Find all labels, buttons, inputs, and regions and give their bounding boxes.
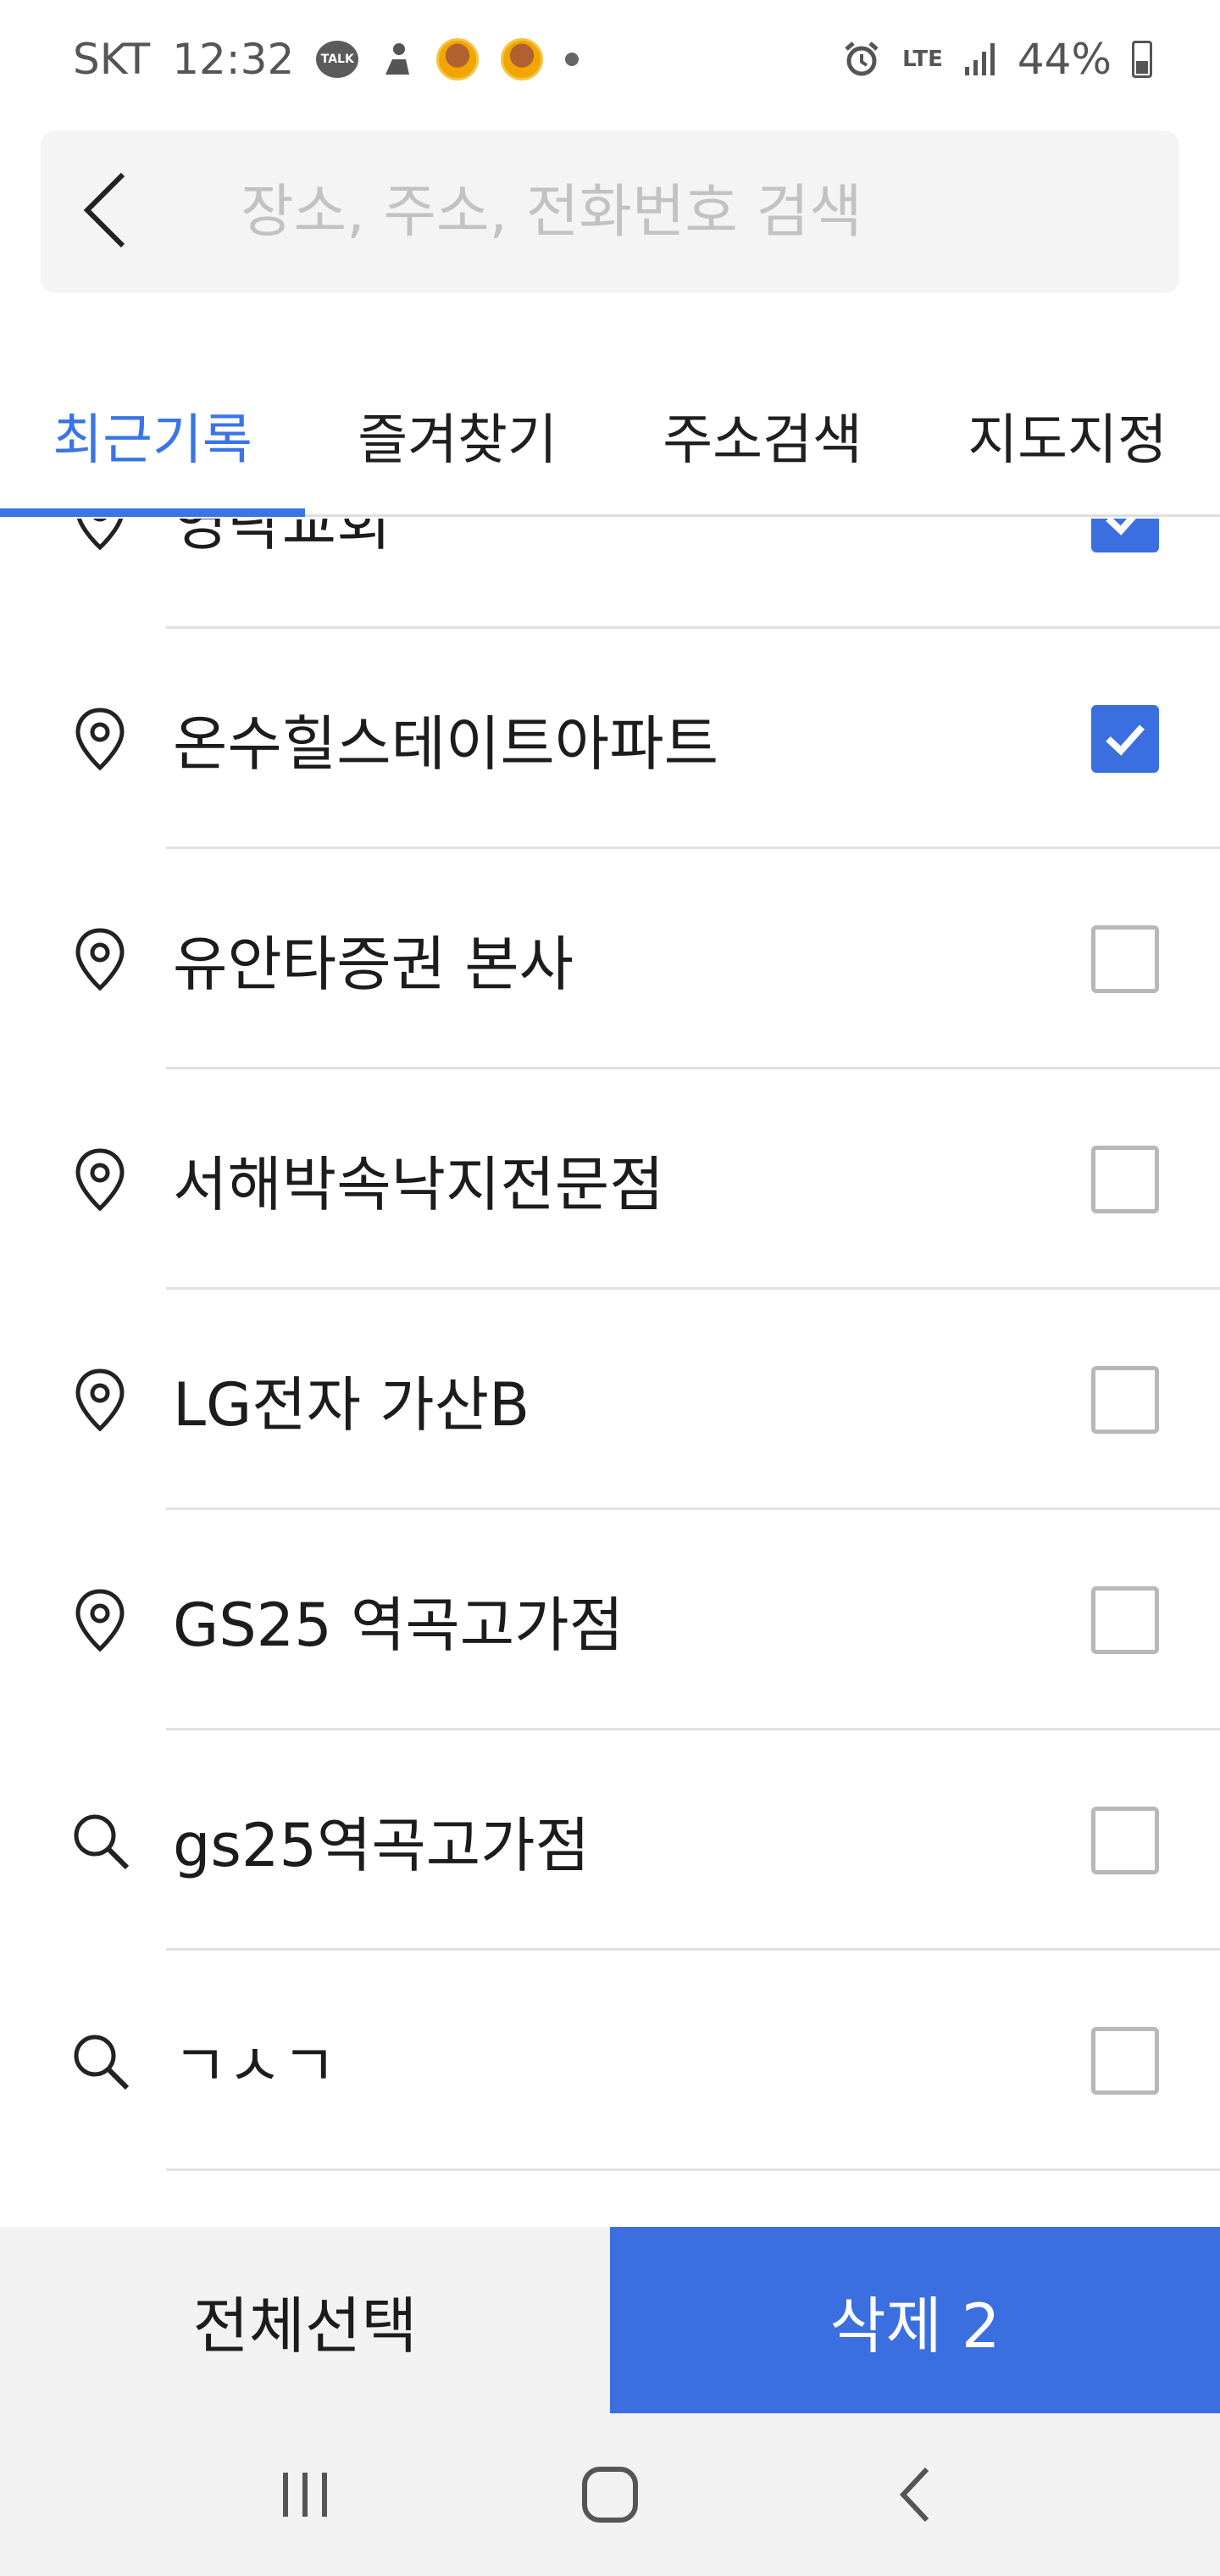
bottom-action-bar: 전체선택 삭제 2 — [0, 2227, 1220, 2413]
item-checkbox[interactable] — [1091, 519, 1159, 552]
tab-favorites[interactable]: 즐겨찾기 — [305, 356, 610, 514]
notification-app-icon — [380, 41, 414, 78]
recent-apps-icon — [283, 2473, 327, 2517]
carrier-label: SKT — [73, 35, 151, 84]
list-item[interactable]: LG전자 가산B — [0, 1290, 1220, 1510]
divider — [166, 2168, 1220, 2171]
navigation-bar — [0, 2413, 1220, 2576]
home-icon — [582, 2467, 638, 2523]
list-item[interactable]: 서해박속낙지전문점 — [0, 1069, 1220, 1290]
search-icon — [69, 1810, 130, 1871]
list-item-label: 유안타증권 본사 — [173, 929, 574, 999]
item-checkbox[interactable] — [1091, 1586, 1159, 1654]
checkmark-icon — [1106, 519, 1136, 536]
back-button[interactable] — [41, 130, 168, 293]
tab-bar: 최근기록 즐겨찾기 주소검색 지도지정 — [0, 356, 1220, 517]
tab-map-select[interactable]: 지도지정 — [915, 356, 1220, 514]
item-checkbox[interactable] — [1091, 1807, 1159, 1874]
list-item[interactable]: 유안타증권 본사 — [0, 849, 1220, 1069]
search-bar — [41, 130, 1179, 293]
system-back-icon — [899, 2467, 929, 2523]
list-item-label: gs25역곡고가점 — [173, 1810, 590, 1880]
location-pin-icon — [69, 708, 130, 771]
item-checkbox[interactable] — [1091, 2027, 1159, 2095]
list-item-label: 온수힐스테이트아파트 — [173, 708, 718, 779]
signal-strength-icon — [963, 42, 997, 77]
list-item[interactable]: 영락교회 — [0, 519, 1220, 629]
profile-notification-icon-2 — [501, 38, 544, 80]
alarm-clock-icon — [841, 39, 882, 80]
system-back-button[interactable] — [864, 2444, 966, 2545]
item-checkbox[interactable] — [1091, 925, 1159, 993]
tab-address-search[interactable]: 주소검색 — [610, 356, 915, 514]
checkmark-icon — [1106, 724, 1145, 756]
battery-percent: 44% — [1017, 35, 1112, 84]
location-pin-icon — [69, 519, 130, 551]
time-label: 12:32 — [172, 35, 295, 84]
status-bar-left: SKT 12:32 TALK — [73, 35, 580, 84]
list-item-label: ㄱㅅㄱ — [173, 2030, 337, 2101]
more-notifications-dot-icon — [565, 53, 580, 66]
search-input[interactable] — [168, 130, 1179, 293]
delete-button[interactable]: 삭제 2 — [610, 2227, 1220, 2413]
search-icon — [69, 2030, 130, 2091]
status-bar-right: LTE 44% — [841, 35, 1152, 84]
list-item-label: LG전자 가산B — [173, 1369, 530, 1440]
select-all-button[interactable]: 전체선택 — [0, 2227, 610, 2413]
list-item[interactable]: gs25역곡고가점 — [0, 1730, 1220, 1951]
location-pin-icon — [69, 928, 130, 991]
item-checkbox[interactable] — [1091, 1146, 1159, 1213]
recent-apps-button[interactable] — [254, 2444, 356, 2545]
location-pin-icon — [69, 1148, 130, 1212]
list-item[interactable]: 온수힐스테이트아파트 — [0, 629, 1220, 849]
home-button[interactable] — [559, 2444, 661, 2545]
item-checkbox[interactable] — [1091, 1366, 1159, 1434]
status-bar: SKT 12:32 TALK LTE 44% — [0, 0, 1220, 119]
list-item-label: 영락교회 — [173, 519, 391, 558]
location-pin-icon — [69, 1368, 130, 1432]
list-item-label: GS25 역곡고가점 — [173, 1590, 624, 1660]
location-pin-icon — [69, 1589, 130, 1652]
list-item[interactable]: GS25 역곡고가점 — [0, 1510, 1220, 1730]
tab-recent[interactable]: 최근기록 — [0, 356, 305, 517]
kakaotalk-icon: TALK — [316, 41, 359, 78]
list-item[interactable]: ㄱㅅㄱ — [0, 1951, 1220, 2171]
item-checkbox[interactable] — [1091, 705, 1159, 773]
back-arrow-icon — [79, 168, 130, 256]
list-item-label: 서해박속낙지전문점 — [173, 1149, 664, 1219]
profile-notification-icon — [436, 38, 480, 80]
recent-list[interactable]: 영락교회 온수힐스테이트아파트 유안타증권 본사 서해박속낙지전문점 LG전자 … — [0, 519, 1220, 2227]
lte-data-icon: LTE — [902, 47, 943, 72]
battery-icon — [1132, 41, 1152, 78]
